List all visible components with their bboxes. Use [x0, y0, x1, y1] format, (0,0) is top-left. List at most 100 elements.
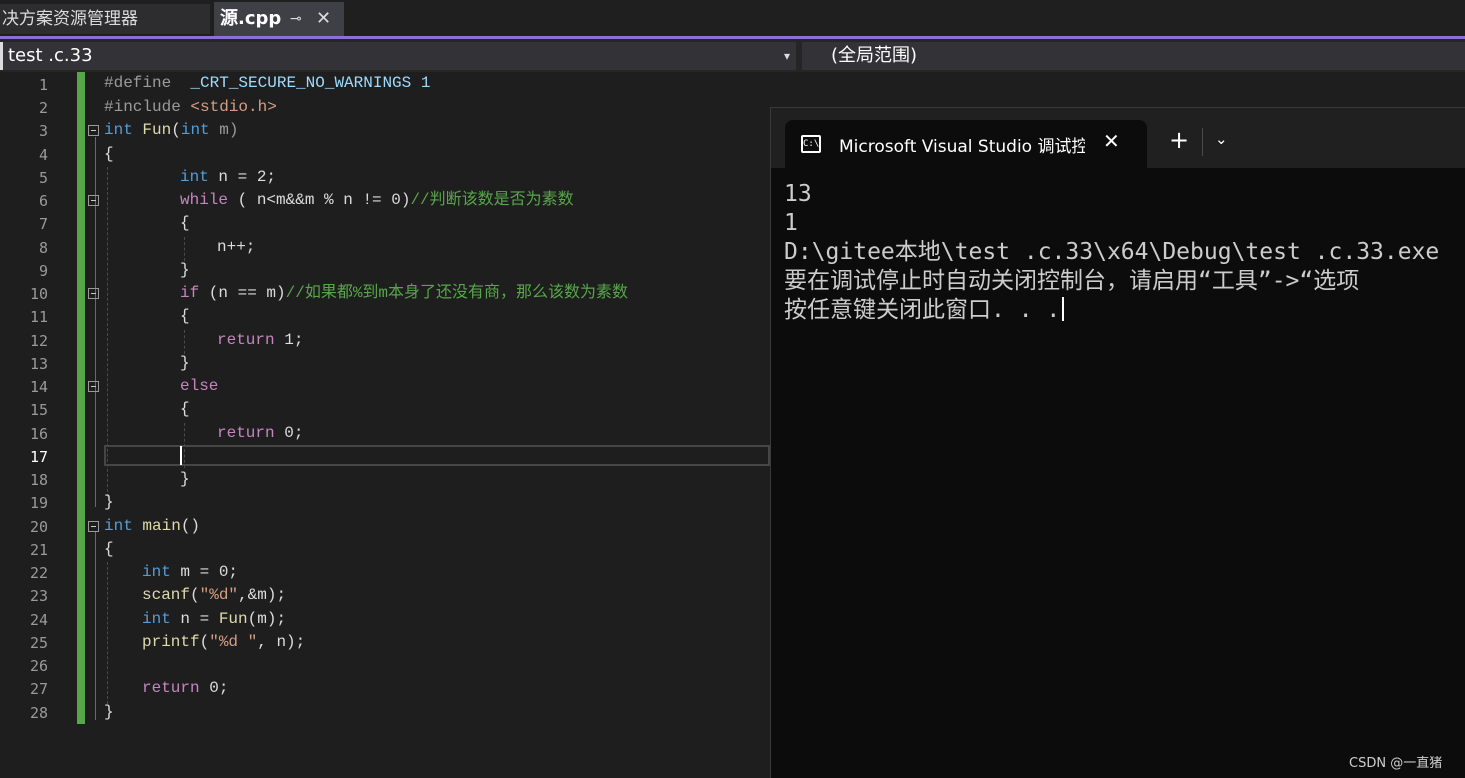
code-line: }	[180, 259, 190, 282]
line-number: 24	[29, 611, 48, 629]
console-line: D:\gitee本地\test .c.33\x64\Debug\test .c.…	[784, 239, 1440, 265]
code-line: return 0;	[142, 677, 228, 700]
new-tab-plus-icon[interactable]: +	[1169, 128, 1189, 152]
code-line: while ( n<m&&m % n != 0)//判断该数是否为素数	[180, 189, 574, 212]
line-number: 1	[38, 76, 48, 94]
console-cursor	[1062, 297, 1065, 321]
line-number: 23	[29, 587, 48, 605]
titlebar-divider	[1202, 128, 1203, 156]
console-line: 1	[784, 210, 798, 236]
control-keyword: return	[217, 424, 275, 442]
brace: }	[180, 354, 190, 372]
code-line: #define _CRT_SECURE_NO_WARNINGS 1	[104, 72, 430, 95]
debug-console-window[interactable]: C:\ Microsoft Visual Studio 调试控制台 ✕ + ⌄ …	[770, 107, 1465, 778]
parameter: m)	[209, 121, 239, 139]
type-keyword: int	[104, 517, 133, 535]
code-text: ( n<m&&m % n != 0)	[228, 191, 411, 209]
line-number: 7	[38, 215, 48, 233]
line-number: 12	[29, 332, 48, 350]
close-icon[interactable]: ✕	[1103, 129, 1120, 153]
line-number: 25	[29, 634, 48, 652]
code-line: {	[104, 143, 114, 166]
line-number: 19	[29, 494, 48, 512]
scope-dropdown-label: (全局范围)	[831, 45, 918, 66]
code-comment: //如果都%到m本身了还没有商，那么该数为素数	[285, 284, 629, 302]
chevron-down-icon[interactable]: ▾	[784, 42, 790, 70]
code-text: n = 2;	[208, 168, 277, 186]
code-line: n++;	[217, 236, 255, 259]
line-number: 27	[29, 680, 48, 698]
brace: }	[180, 261, 190, 279]
control-keyword: while	[180, 191, 229, 209]
brace: {	[104, 540, 114, 558]
code-line: int m = 0;	[142, 561, 238, 584]
line-number: 6	[38, 192, 48, 210]
scope-dropdown[interactable]: (全局范围)	[802, 42, 1465, 70]
macro-name: _CRT_SECURE_NO_WARNINGS 1	[190, 74, 431, 92]
chevron-down-icon[interactable]: ⌄	[1215, 130, 1228, 148]
close-tab-icon[interactable]: ✕	[316, 2, 331, 36]
code-text: , n);	[257, 633, 306, 651]
watermark: CSDN @一直猪	[1349, 756, 1443, 771]
code-line: int n = 2;	[180, 166, 276, 189]
code-comment: //判断该数是否为素数	[410, 191, 574, 209]
code-line: {	[180, 305, 190, 328]
code-line: printf("%d ", n);	[142, 631, 305, 654]
code-text: 0;	[274, 424, 304, 442]
terminal-icon: C:\	[801, 135, 821, 153]
code-text: ,&m);	[238, 586, 287, 604]
line-number: 11	[29, 308, 48, 326]
code-line: int Fun(int m)	[104, 119, 238, 142]
brace: {	[104, 145, 114, 163]
console-line: 按任意键关闭此窗口. . .	[784, 297, 1061, 323]
line-number: 22	[29, 564, 48, 582]
code-line: int main()	[104, 515, 200, 538]
code-text: m = 0;	[170, 563, 239, 581]
line-number: 18	[29, 471, 48, 489]
console-line: 要在调试停止时自动关闭控制台，请启用“工具”->“选项	[784, 268, 1360, 294]
line-number-current: 17	[29, 448, 48, 466]
code-line: if (n == m)//如果都%到m本身了还没有商，那么该数为素数	[180, 282, 628, 305]
code-text: n++;	[217, 238, 256, 256]
code-line: return 0;	[217, 422, 303, 445]
line-number: 4	[38, 146, 48, 164]
tab-solution-explorer-label: 决方案资源管理器	[2, 9, 138, 29]
code-line: }	[104, 701, 114, 724]
tab-source-cpp-label: 源.cpp	[220, 8, 282, 29]
tab-solution-explorer[interactable]: 决方案资源管理器	[0, 4, 210, 34]
code-line: int n = Fun(m);	[142, 608, 286, 631]
line-number: 26	[29, 657, 48, 675]
pin-tab-icon[interactable]: ⊸	[290, 2, 302, 36]
line-number: 15	[29, 401, 48, 419]
line-number: 9	[38, 262, 48, 280]
code-text: n =	[170, 610, 219, 628]
string-literal: "%d"	[199, 586, 239, 604]
project-dropdown[interactable]: test .c.33 ▾	[0, 42, 796, 70]
preprocessor-directive: #include	[104, 98, 191, 116]
function-name: Fun	[218, 610, 248, 628]
line-number: 2	[38, 99, 48, 117]
console-titlebar: C:\ Microsoft Visual Studio 调试控制台 ✕ + ⌄	[771, 108, 1465, 168]
line-number: 14	[29, 378, 48, 396]
type-keyword: int	[142, 563, 171, 581]
code-line: {	[104, 538, 114, 561]
brace: }	[104, 703, 114, 721]
line-number: 16	[29, 425, 48, 443]
code-text: (	[190, 586, 200, 604]
console-tab[interactable]: C:\ Microsoft Visual Studio 调试控制台 ✕	[785, 120, 1147, 168]
code-text: 0;	[199, 679, 229, 697]
line-number: 8	[38, 239, 48, 257]
tab-source-cpp[interactable]: 源.cpp ⊸ ✕	[214, 2, 344, 36]
line-number: 28	[29, 704, 48, 722]
line-number: 13	[29, 355, 48, 373]
string-literal: "%d "	[209, 633, 258, 651]
type-keyword: int	[142, 610, 171, 628]
control-keyword: else	[180, 377, 219, 395]
brace: {	[180, 214, 190, 232]
brace: {	[180, 400, 190, 418]
code-text: (m);	[247, 610, 287, 628]
code-line: {	[180, 398, 190, 421]
code-text: (	[199, 633, 210, 651]
control-keyword: return	[217, 331, 275, 349]
